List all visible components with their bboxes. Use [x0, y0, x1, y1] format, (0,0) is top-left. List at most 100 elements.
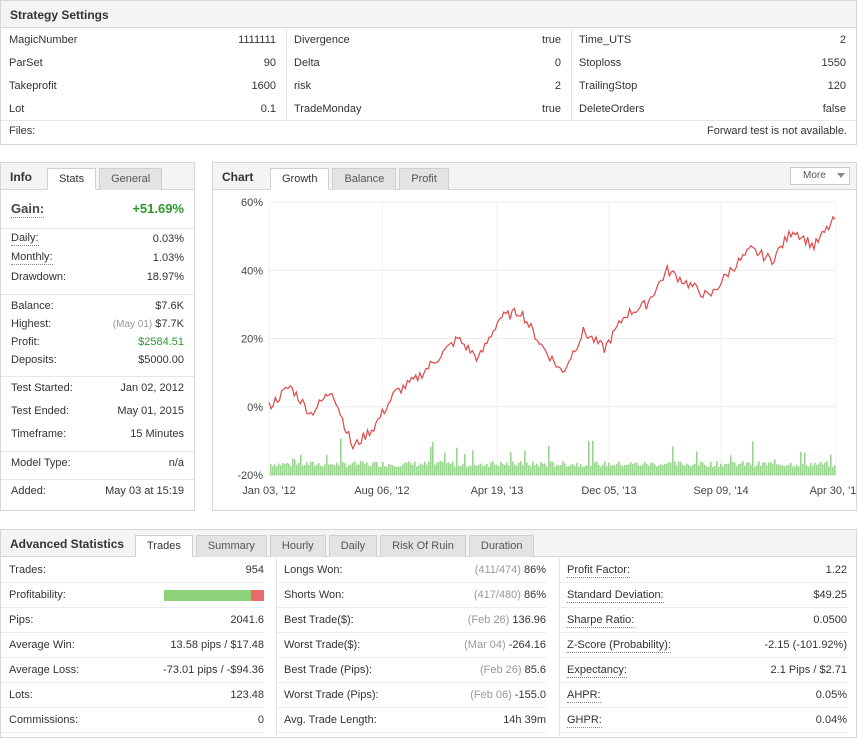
- adv-row-commissions: Commissions: 0: [1, 708, 264, 733]
- volume-bar: [292, 458, 294, 475]
- volume-bar: [648, 465, 650, 475]
- volume-bar: [394, 466, 396, 475]
- volume-bar: [754, 466, 756, 475]
- volume-bar: [326, 454, 328, 475]
- tab-risk-of-ruin[interactable]: Risk Of Ruin: [380, 535, 466, 557]
- advanced-statistics-header: Advanced Statistics Trades Summary Hourly D…: [1, 530, 856, 557]
- adv-label: Best Trade (Pips):: [284, 664, 373, 676]
- y-tick-label: -20%: [237, 470, 263, 482]
- tab-hourly[interactable]: Hourly: [269, 535, 326, 557]
- profit-value: $2584.51: [138, 336, 184, 348]
- volume-bar: [488, 466, 490, 475]
- info-panel: Info Stats General Gain: +51.69% Daily: 0…: [0, 162, 195, 511]
- volume-bar: [658, 465, 660, 475]
- volume-bar: [590, 465, 592, 475]
- volume-bar: [540, 462, 542, 475]
- x-tick-label: Apr 19, '13: [471, 485, 524, 497]
- volume-bar: [606, 466, 608, 475]
- info-row-daily: Daily: 0.03%: [11, 230, 184, 248]
- volume-bar: [380, 466, 382, 475]
- adv-label: GHPR:: [567, 714, 602, 728]
- adv-label: Average Win:: [9, 639, 75, 651]
- adv-value-wrap: (417/480) 86%: [474, 583, 546, 607]
- tab-summary[interactable]: Summary: [195, 535, 267, 557]
- adv-value-wrap: 14h 39m: [503, 708, 546, 732]
- adv-row-pips: Pips: 2041.6: [1, 608, 264, 633]
- deposits-value: $5000.00: [138, 354, 184, 366]
- adv-row-lots: Lots: 123.48: [1, 683, 264, 708]
- volume-bar: [446, 463, 448, 475]
- test-ended-label: Test Ended:: [11, 405, 70, 417]
- adv-label: AHPR:: [567, 689, 601, 703]
- volume-bar: [718, 466, 720, 475]
- monthly-value: 1.03%: [152, 252, 184, 264]
- drawdown-value: 18.97%: [146, 271, 184, 283]
- tab-stats[interactable]: Stats: [47, 168, 97, 190]
- adv-row-worst-trade-pips: Worst Trade (Pips): (Feb 06) -155.0: [276, 683, 546, 708]
- adv-row-expectancy: Expectancy: 2.1 Pips / $2.71: [559, 658, 847, 683]
- adv-row-profitability: Profitability:: [1, 583, 264, 608]
- volume-bar: [342, 461, 344, 475]
- volume-bar: [536, 463, 538, 475]
- info-row-balance: Balance: $7.6K: [11, 297, 184, 315]
- tab-trades[interactable]: Trades: [135, 535, 193, 557]
- volume-bar: [574, 465, 576, 475]
- tab-growth[interactable]: Growth: [270, 168, 330, 190]
- volume-bar: [582, 466, 584, 475]
- more-dropdown[interactable]: More: [790, 167, 850, 185]
- info-row-model: Model Type: n/a: [11, 454, 184, 472]
- volume-bar: [644, 461, 646, 475]
- volume-bar: [524, 450, 526, 475]
- column-divider: [276, 558, 277, 736]
- volume-bar: [502, 463, 504, 475]
- info-title: Info: [10, 170, 32, 184]
- volume-bar: [548, 445, 550, 475]
- adv-value: 2041.6: [230, 614, 264, 626]
- adv-label: Worst Trade($):: [284, 639, 361, 651]
- volume-bar: [486, 463, 488, 475]
- volume-bar: [700, 461, 702, 475]
- volume-bar: [608, 462, 610, 475]
- setting-label: Takeprofit: [9, 80, 57, 92]
- adv-note: (417/480): [473, 589, 521, 601]
- volume-bar: [356, 464, 358, 475]
- tab-general[interactable]: General: [99, 168, 163, 190]
- gain-value: +51.69%: [132, 201, 184, 216]
- volume-bar: [492, 461, 494, 475]
- volume-bar: [654, 464, 656, 475]
- adv-label: Expectancy:: [567, 664, 627, 678]
- volume-bar: [538, 466, 540, 475]
- tab-profit[interactable]: Profit: [399, 168, 449, 190]
- tab-duration[interactable]: Duration: [468, 535, 535, 557]
- volume-bar: [318, 463, 320, 475]
- info-row-test-started: Test Started: Jan 02, 2012: [11, 379, 184, 397]
- volume-bar: [830, 454, 832, 475]
- volume-bar: [594, 462, 596, 475]
- volume-bar: [758, 461, 760, 475]
- info-row-drawdown: Drawdown: 18.97%: [11, 268, 184, 286]
- tab-balance[interactable]: Balance: [332, 168, 397, 190]
- tab-daily[interactable]: Daily: [328, 535, 378, 557]
- adv-value-wrap: (Mar 04) -264.16: [464, 633, 546, 657]
- volume-bar: [620, 464, 622, 475]
- volume-bar: [302, 465, 304, 475]
- volume-bar: [296, 464, 298, 475]
- adv-value: 86%: [523, 589, 546, 601]
- volume-bar: [276, 466, 278, 475]
- volume-bar: [360, 461, 362, 475]
- timeframe-value: 15 Minutes: [130, 428, 184, 440]
- setting-value: 1550: [821, 57, 846, 69]
- strategy-settings-title: Strategy Settings: [10, 8, 109, 22]
- volume-bar: [314, 465, 316, 475]
- volume-bar: [528, 465, 530, 475]
- volume-bar: [690, 466, 692, 475]
- adv-label: Trades:: [9, 564, 46, 576]
- adv-value-wrap: $49.25: [813, 583, 847, 607]
- volume-bar: [804, 452, 806, 475]
- volume-bar: [274, 464, 276, 475]
- volume-bar: [832, 466, 834, 475]
- volume-bar: [470, 465, 472, 475]
- volume-bar: [442, 462, 444, 475]
- volume-bar: [730, 455, 732, 475]
- chart-title: Chart: [222, 170, 254, 184]
